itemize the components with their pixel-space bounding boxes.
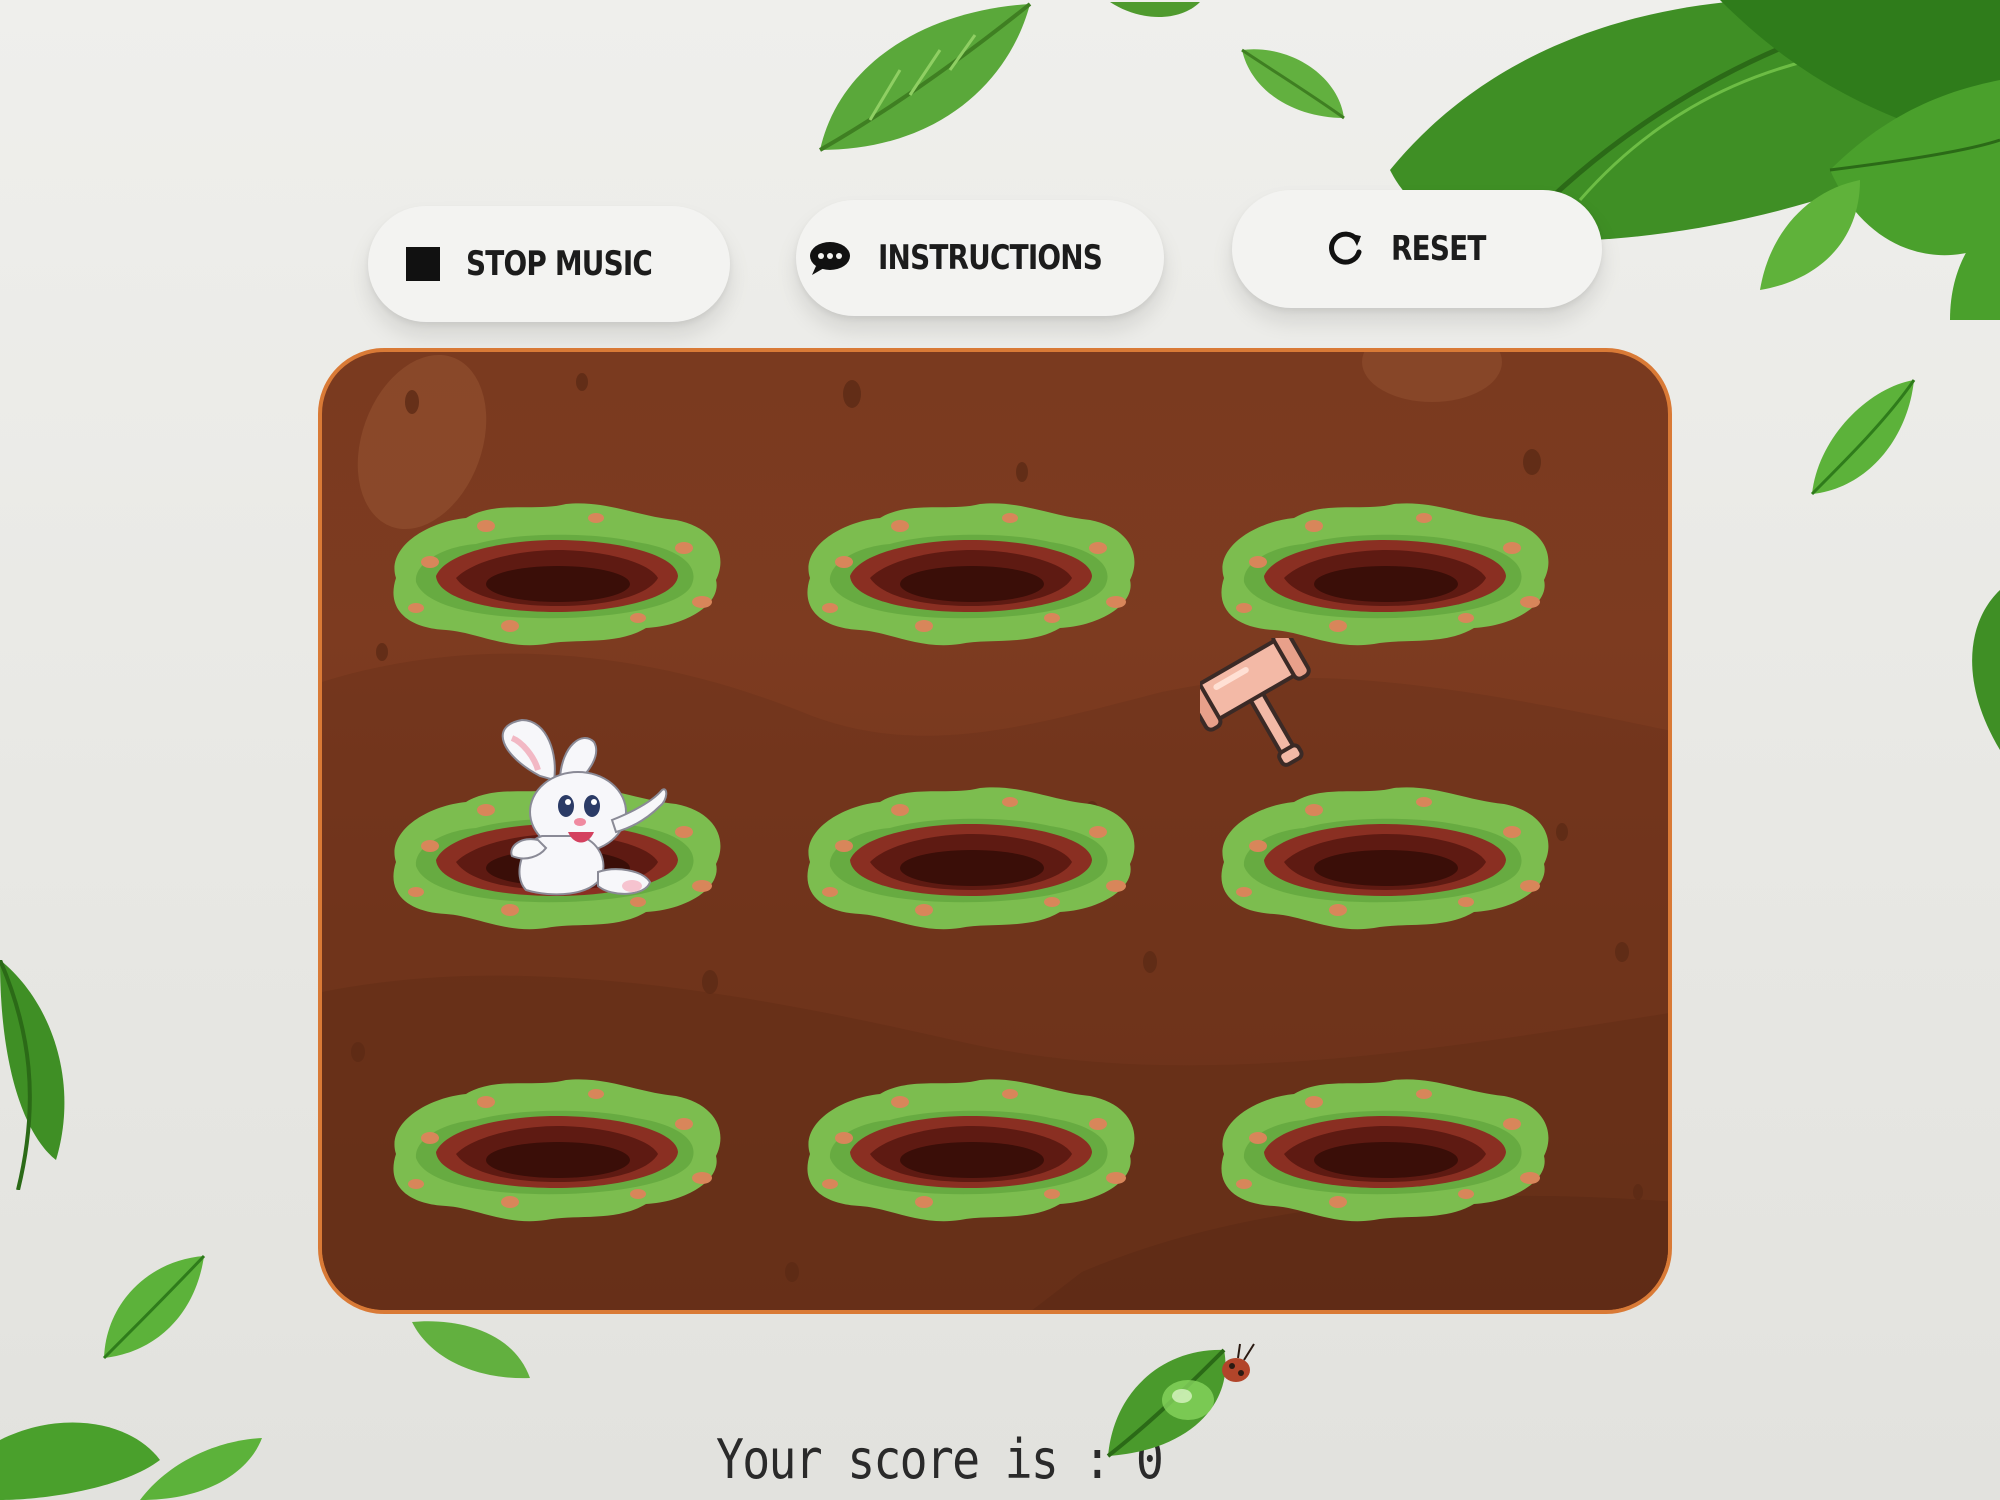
leaf-decoration-top-small [1241,48,1345,120]
mole-hole-r3c3[interactable] [1214,1068,1554,1228]
bunny-character[interactable] [482,716,668,900]
mole-hole-r3c1[interactable] [386,1068,726,1228]
leaf-decoration-top [819,2,1032,152]
mole-hole-r3c2[interactable] [800,1068,1140,1228]
leaf-decoration-left [0,960,65,1190]
reset-label: RESET [1391,229,1486,269]
score-label: Your score is : [716,1428,1136,1491]
mole-hole-r1c3[interactable] [1214,492,1554,652]
instructions-button[interactable]: INSTRUCTIONS [796,200,1164,316]
leaf-cluster-bottom-left [0,1422,262,1500]
mole-hole-r1c2[interactable] [800,492,1140,652]
instructions-label: INSTRUCTIONS [878,238,1103,278]
refresh-icon [1329,231,1362,265]
leaf-decoration-top-tiny [1110,2,1200,17]
leaf-decoration-bottom [412,1321,530,1379]
stop-music-label: STOP MUSIC [465,244,653,284]
leaf-decoration-right-mid [1810,379,1916,496]
hammer-icon [1200,638,1311,767]
mole-hole-r2c3[interactable] [1214,776,1554,936]
mole-hole-r2c2[interactable] [800,776,1140,936]
mole-hole-r1c1[interactable] [386,492,726,652]
reset-button[interactable]: RESET [1232,190,1602,308]
game-board [318,348,1672,1314]
speech-bubble-icon [810,242,851,275]
leaf-ladybug-icon [1106,1343,1255,1458]
stop-square-icon [405,247,440,281]
leaf-decoration-bottom-left [102,1254,206,1360]
leaf-decoration-right-edge [1972,590,2000,750]
score-display: Your score is : 0 [716,1428,1164,1491]
stop-music-button[interactable]: STOP MUSIC [368,206,730,322]
